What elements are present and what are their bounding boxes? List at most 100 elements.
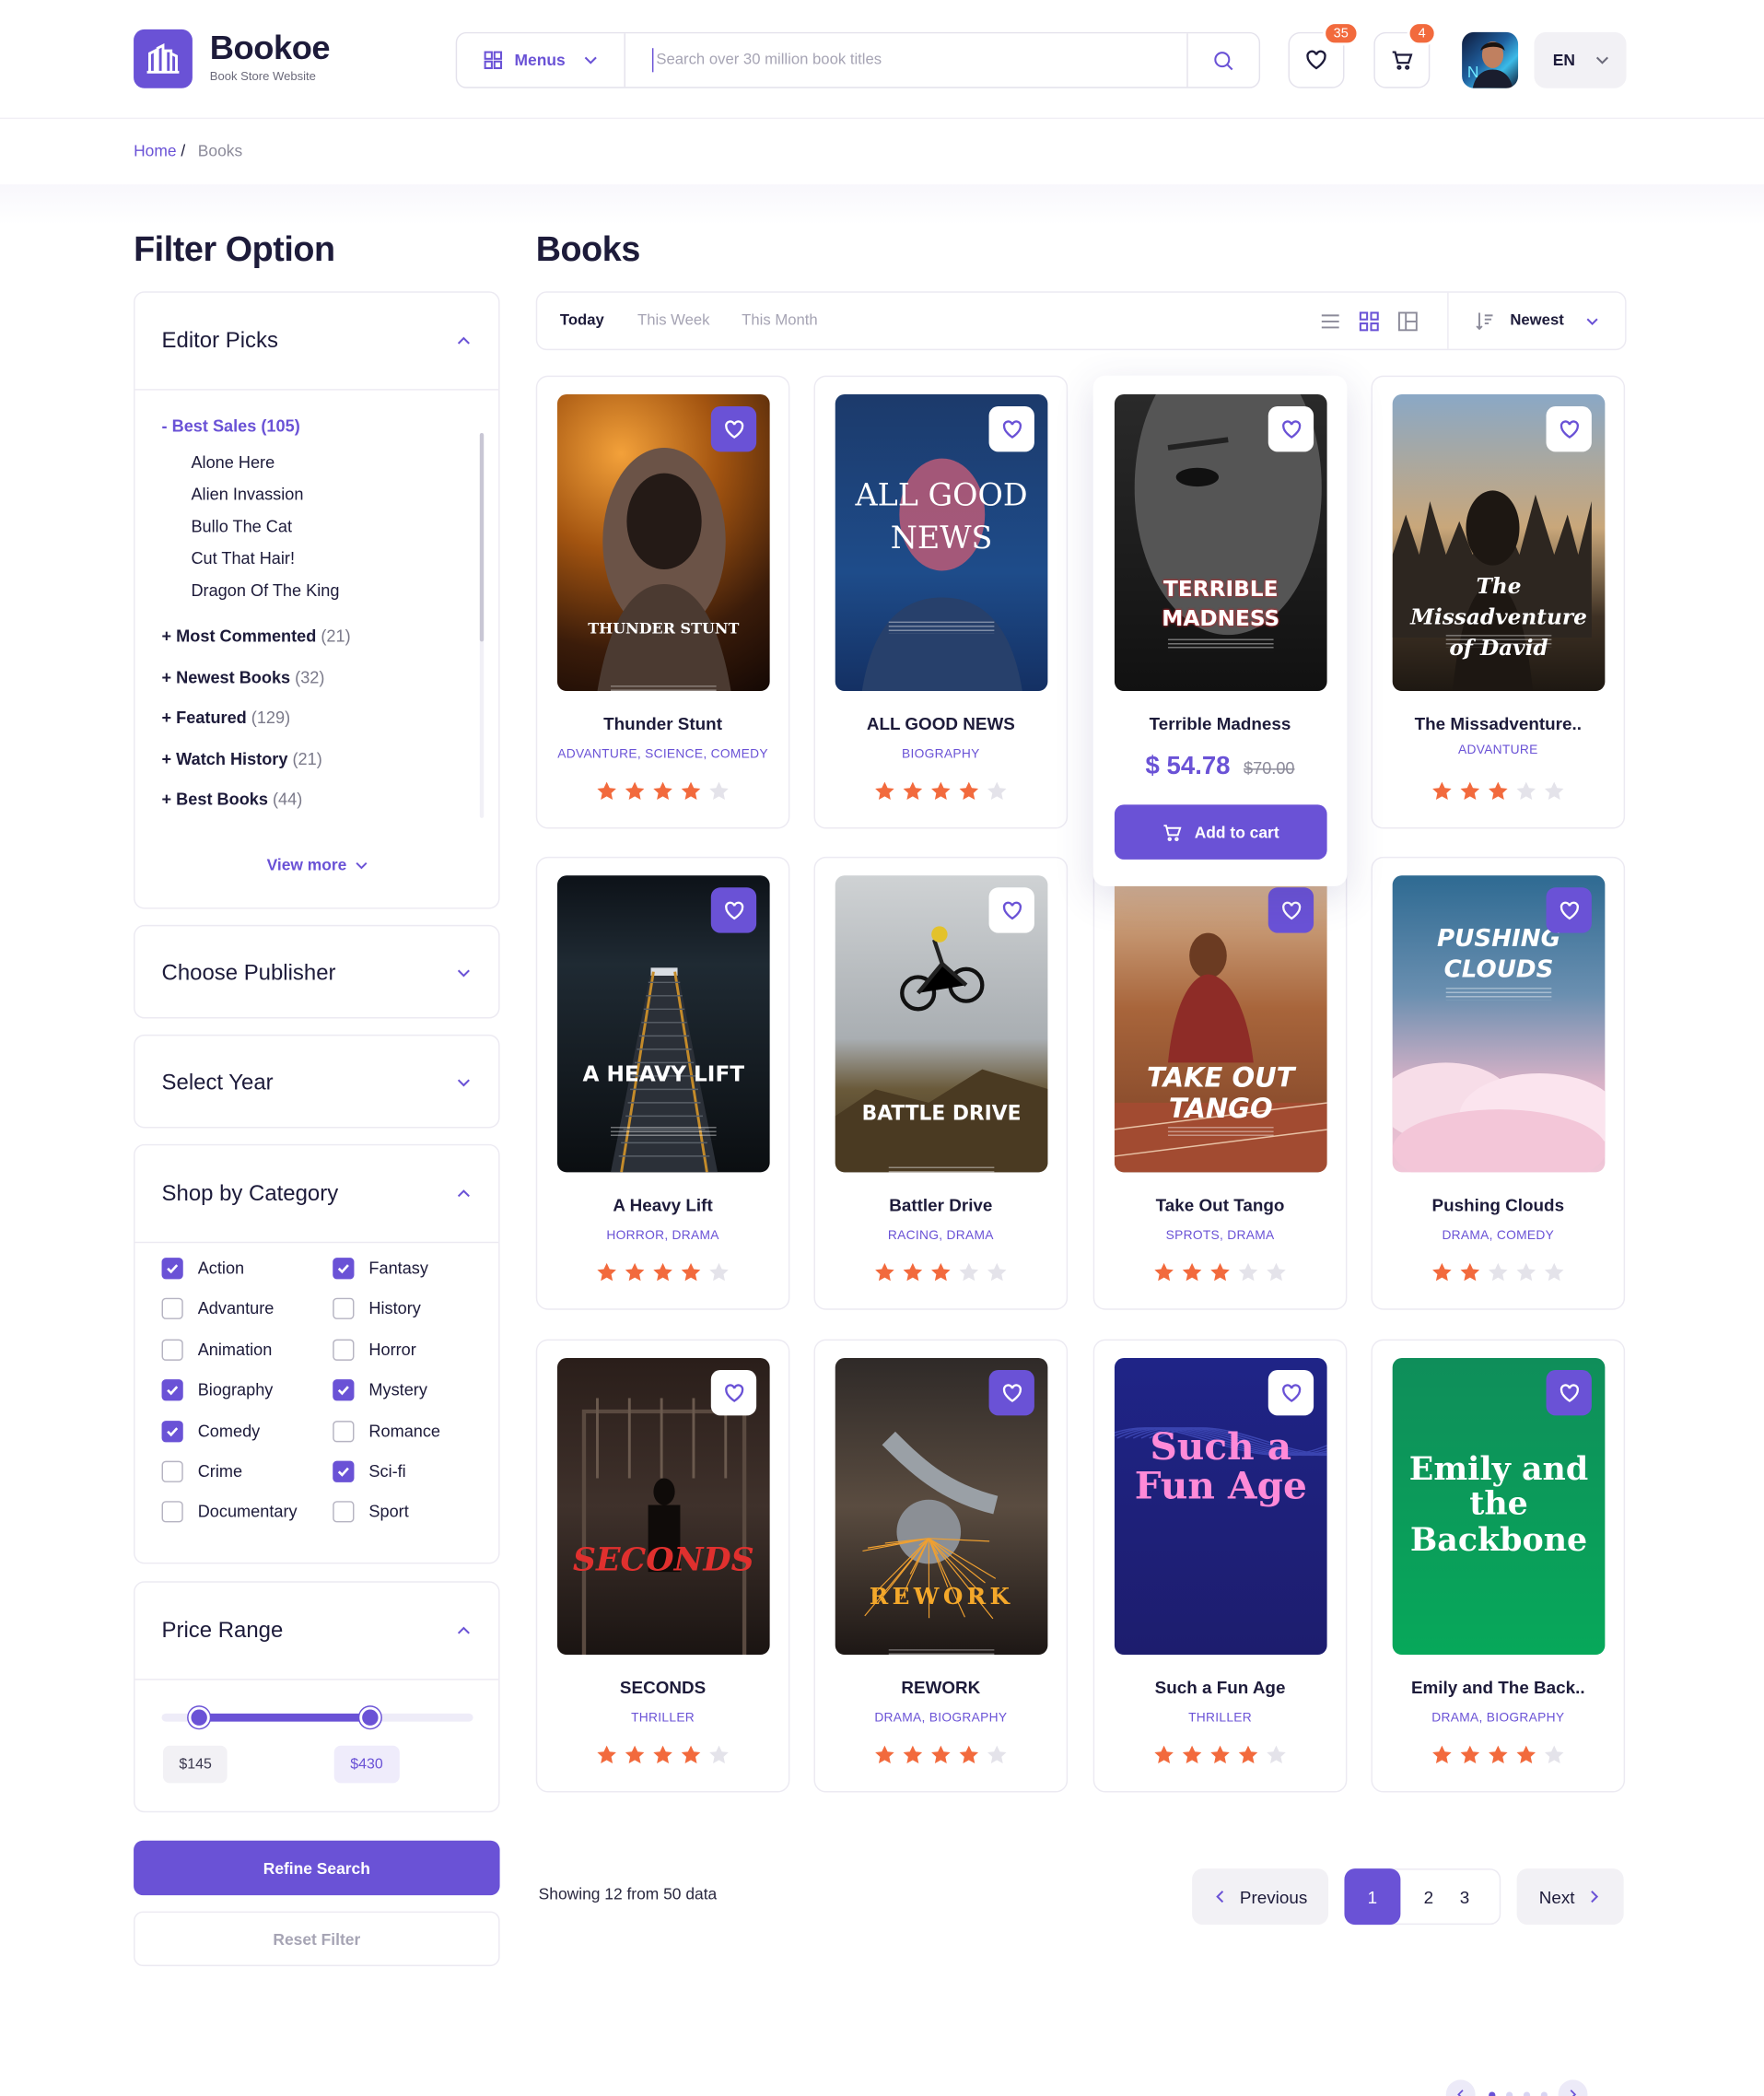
column-view-icon[interactable] <box>1397 311 1418 332</box>
scrollbar-thumb[interactable] <box>479 433 485 642</box>
editor-pick-group[interactable]: + Watch History (21) <box>162 748 473 789</box>
carousel-dot[interactable] <box>1540 2090 1548 2096</box>
book-cover[interactable]: REWORK <box>835 1357 1048 1656</box>
favorite-button[interactable] <box>1546 1370 1592 1416</box>
category-checkbox[interactable]: Comedy <box>161 1419 260 1443</box>
category-checkbox[interactable]: Sci-fi <box>333 1459 406 1483</box>
category-header[interactable]: Shop by Category <box>135 1145 499 1241</box>
book-card[interactable]: ALL GOOD NEWS ALL GOOD NEWS BIOGRAPHY <box>813 375 1069 829</box>
category-checkbox[interactable]: Sport <box>333 1500 409 1524</box>
cart-button[interactable]: 4 <box>1373 21 1437 88</box>
book-title[interactable]: A Heavy Lift <box>537 1195 789 1215</box>
language-selector[interactable]: EN <box>1534 31 1627 88</box>
checkbox-unchecked[interactable] <box>333 1339 355 1361</box>
category-checkbox[interactable]: Crime <box>161 1459 242 1483</box>
price-max-handle[interactable] <box>359 1706 381 1728</box>
book-title[interactable]: Battler Drive <box>815 1195 1067 1215</box>
carousel-dot[interactable] <box>1523 2090 1531 2096</box>
sort-dropdown[interactable]: Newest <box>1447 292 1626 349</box>
page-3[interactable]: 3 <box>1449 1870 1481 1924</box>
year-panel[interactable]: Select Year <box>134 1034 500 1129</box>
category-checkbox[interactable]: History <box>333 1297 421 1321</box>
checkbox-unchecked[interactable] <box>161 1501 183 1523</box>
book-cover[interactable]: ALL GOOD NEWS <box>835 393 1048 692</box>
editor-pick-item[interactable]: Alien Invassion <box>191 484 472 516</box>
page-2[interactable]: 2 <box>1412 1870 1444 1924</box>
book-card[interactable]: BATTLE DRIVE Battler Drive RACING, DRAMA <box>813 856 1069 1310</box>
checkbox-unchecked[interactable] <box>333 1420 355 1442</box>
tab-this-week[interactable]: This Week <box>637 312 709 328</box>
editor-pick-group[interactable]: + Featured (129) <box>162 707 473 747</box>
chevron-right-icon[interactable] <box>1558 2079 1588 2096</box>
publisher-panel[interactable]: Choose Publisher <box>134 924 500 1019</box>
favorite-button[interactable] <box>988 406 1034 452</box>
book-title[interactable]: ALL GOOD NEWS <box>815 714 1067 734</box>
carousel-dot[interactable] <box>1506 2090 1513 2096</box>
book-card[interactable]: The Missadventure of David The Missadvent… <box>1371 375 1626 829</box>
wishlist-button[interactable]: 35 <box>1288 21 1360 88</box>
price-header[interactable]: Price Range <box>135 1583 499 1679</box>
category-checkbox[interactable]: Biography <box>161 1378 273 1402</box>
book-title[interactable]: Pushing Clouds <box>1373 1195 1624 1215</box>
editor-pick-group[interactable]: + Best Books (44) <box>162 789 473 829</box>
book-title[interactable]: Emily and The Back.. <box>1373 1678 1624 1698</box>
checkbox-checked[interactable] <box>333 1460 355 1482</box>
list-view-icon[interactable] <box>1320 311 1340 332</box>
carousel-dot[interactable] <box>1489 2090 1496 2096</box>
book-card[interactable]: SECONDS SECONDS THRILLER <box>535 1339 790 1793</box>
favorite-button[interactable] <box>1268 1370 1314 1416</box>
book-card[interactable]: PUSHING CLOUDS Pushing Clouds DRAMA, COMED… <box>1371 856 1626 1310</box>
checkbox-unchecked[interactable] <box>161 1460 183 1482</box>
menus-button[interactable]: Menus <box>457 33 625 88</box>
best-sales-link[interactable]: - Best Sales (105) <box>162 417 473 436</box>
category-checkbox[interactable]: Mystery <box>333 1378 427 1402</box>
book-title[interactable]: Such a Fun Age <box>1094 1678 1346 1698</box>
book-title[interactable]: The Missadventure.. <box>1373 714 1624 734</box>
search-input[interactable] <box>651 48 1174 73</box>
favorite-button[interactable] <box>710 1370 757 1416</box>
favorite-button[interactable] <box>710 887 757 933</box>
editor-pick-group[interactable]: + Most Commented (21) <box>162 626 473 666</box>
favorite-button[interactable] <box>988 1370 1034 1416</box>
book-cover[interactable]: TERRIBLE MADNESS <box>1114 393 1327 692</box>
book-cover[interactable]: The Missadventure of David <box>1392 393 1606 692</box>
checkbox-unchecked[interactable] <box>333 1298 355 1320</box>
book-cover[interactable]: Such a Fun Age <box>1114 1357 1327 1656</box>
logo-icon[interactable] <box>134 29 193 88</box>
category-checkbox[interactable]: Horror <box>333 1338 416 1362</box>
breadcrumb-home[interactable]: Home <box>134 142 176 160</box>
book-cover[interactable]: TAKE OUT TANGO <box>1114 875 1327 1173</box>
book-card[interactable]: Emily and the Backbone Emily and The Back… <box>1371 1339 1626 1793</box>
category-checkbox[interactable]: Animation <box>161 1338 272 1362</box>
checkbox-checked[interactable] <box>161 1379 183 1401</box>
page-1[interactable]: 1 <box>1344 1868 1401 1926</box>
category-checkbox[interactable]: Documentary <box>161 1500 298 1524</box>
favorite-button[interactable] <box>1268 406 1314 452</box>
checkbox-checked[interactable] <box>161 1420 183 1442</box>
grid-view-icon[interactable] <box>1359 311 1379 332</box>
favorite-button[interactable] <box>1546 887 1592 933</box>
price-min-handle[interactable] <box>188 1706 210 1728</box>
book-cover[interactable]: THUNDER STUNT <box>556 393 770 692</box>
checkbox-checked[interactable] <box>333 1379 355 1401</box>
book-card[interactable]: A HEAVY LIFT A Heavy Lift HORROR, DRAMA <box>535 856 790 1310</box>
checkbox-unchecked[interactable] <box>161 1339 183 1361</box>
book-title[interactable]: SECONDS <box>537 1678 789 1698</box>
editor-pick-item[interactable]: Alone Here <box>191 451 472 484</box>
editor-pick-group[interactable]: + Newest Books (32) <box>162 666 473 707</box>
book-title[interactable]: Thunder Stunt <box>537 714 789 734</box>
editor-pick-item[interactable]: Cut That Hair! <box>191 548 472 580</box>
avatar[interactable]: N <box>1462 31 1519 88</box>
book-title[interactable]: Take Out Tango <box>1094 1195 1346 1215</box>
tab-today[interactable]: Today <box>560 312 604 328</box>
book-cover[interactable]: SECONDS <box>556 1357 770 1656</box>
category-checkbox[interactable]: Romance <box>333 1419 440 1443</box>
book-cover[interactable]: PUSHING CLOUDS <box>1392 875 1606 1173</box>
chevron-left-icon[interactable] <box>1445 2079 1476 2096</box>
book-title[interactable]: Terrible Madness <box>1094 714 1346 734</box>
book-cover[interactable]: Emily and the Backbone <box>1392 1357 1606 1656</box>
book-card[interactable]: TERRIBLE MADNESS Terrible Madness $ 54.78 $… <box>1092 375 1348 886</box>
favorite-button[interactable] <box>1546 406 1592 452</box>
category-checkbox[interactable]: Advanture <box>161 1297 274 1321</box>
refine-search-button[interactable]: Refine Search <box>134 1840 500 1896</box>
